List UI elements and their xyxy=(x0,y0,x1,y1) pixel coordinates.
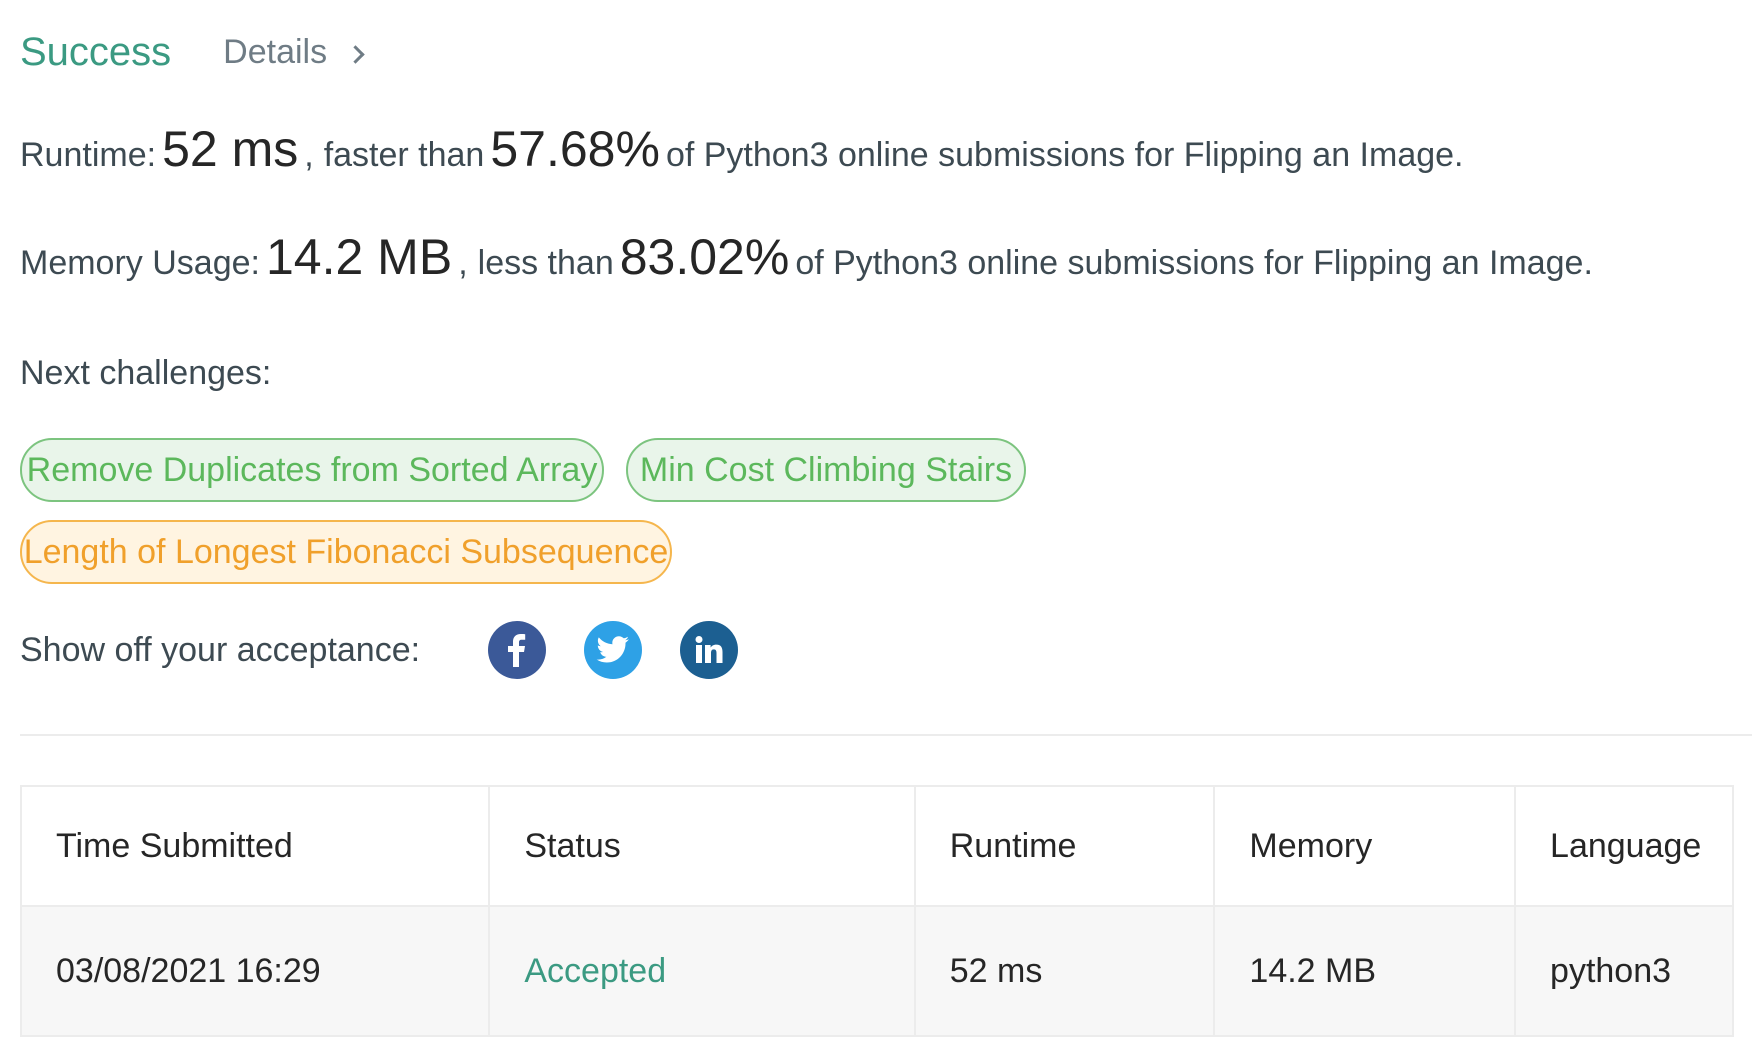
memory-comparison: less than xyxy=(477,244,614,282)
twitter-icon[interactable] xyxy=(584,621,643,679)
cell-language: python3 xyxy=(1514,905,1734,1037)
runtime-value: 52 ms xyxy=(162,121,299,177)
memory-label: Memory Usage: xyxy=(20,244,260,282)
challenge-chip-min-cost-climbing-stairs[interactable]: Min Cost Climbing Stairs xyxy=(626,438,1026,502)
details-label: Details xyxy=(223,32,328,71)
runtime-percent: 57.68% xyxy=(490,121,660,177)
column-header-language[interactable]: Language xyxy=(1514,785,1734,907)
cell-memory: 14.2 MB xyxy=(1213,905,1517,1037)
chevron-right-icon xyxy=(346,44,365,64)
memory-comma: , xyxy=(458,244,468,282)
result-header: Success Details xyxy=(20,26,365,78)
column-header-status[interactable]: Status xyxy=(488,785,916,907)
submission-result-page: Success Details Runtime: 52 ms , faster … xyxy=(19,0,1752,1037)
table-header-row: Time Submitted Status Runtime Memory Lan… xyxy=(19,785,1734,907)
runtime-suffix: of Python3 online submissions for Flippi… xyxy=(665,136,1464,174)
cell-runtime: 52 ms xyxy=(913,905,1216,1037)
memory-stat: Memory Usage: 14.2 MB , less than 83.02%… xyxy=(20,228,1593,286)
challenge-chip-remove-duplicates[interactable]: Remove Duplicates from Sorted Array xyxy=(20,438,604,502)
runtime-comparison: faster than xyxy=(323,136,485,174)
cell-time-submitted: 03/08/2021 16:29 xyxy=(19,905,491,1037)
runtime-label: Runtime: xyxy=(20,136,157,174)
details-link[interactable]: Details xyxy=(223,32,365,72)
status-title: Success xyxy=(20,29,172,74)
memory-value: 14.2 MB xyxy=(265,229,453,285)
linkedin-icon[interactable] xyxy=(680,621,739,679)
cell-status-accepted[interactable]: Accepted xyxy=(488,905,916,1037)
facebook-icon[interactable] xyxy=(488,621,547,679)
runtime-stat: Runtime: 52 ms , faster than 57.68% of P… xyxy=(20,120,1464,178)
column-header-time-submitted[interactable]: Time Submitted xyxy=(19,785,491,907)
challenge-chip-longest-fibonacci[interactable]: Length of Longest Fibonacci Subsequence xyxy=(20,520,672,584)
share-row: Show off your acceptance: xyxy=(20,620,776,680)
column-header-runtime[interactable]: Runtime xyxy=(913,785,1216,907)
column-header-memory[interactable]: Memory xyxy=(1213,785,1517,907)
section-divider xyxy=(20,734,1752,736)
share-label: Show off your acceptance: xyxy=(20,630,421,669)
next-challenges-label: Next challenges: xyxy=(20,354,272,392)
memory-percent: 83.02% xyxy=(619,229,790,285)
memory-suffix: of Python3 online submissions for Flippi… xyxy=(795,244,1593,282)
submissions-table: Time Submitted Status Runtime Memory Lan… xyxy=(19,785,1734,1037)
runtime-comma: , xyxy=(304,136,314,174)
table-row[interactable]: 03/08/2021 16:29 Accepted 52 ms 14.2 MB … xyxy=(19,905,1734,1037)
